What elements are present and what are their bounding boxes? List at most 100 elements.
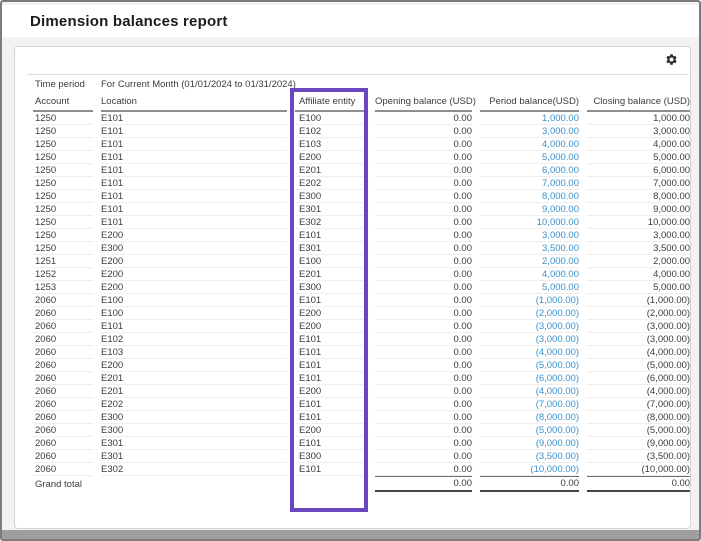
closing-balance-cell: 6,000.00 <box>587 164 690 177</box>
account-cell: 1250 <box>33 177 93 190</box>
period-balance-link[interactable]: 2,000.00 <box>480 255 579 268</box>
closing-balance-cell: (6,000.00) <box>587 372 690 385</box>
period-balance-link[interactable]: 3,000.00 <box>480 125 579 138</box>
period-balance-link[interactable]: (1,000.00) <box>480 294 579 307</box>
location-cell: E200 <box>101 255 287 268</box>
page-title: Dimension balances report <box>30 13 228 30</box>
location-cell: E101 <box>101 190 287 203</box>
affiliate-entity-cell: E301 <box>295 203 367 216</box>
period-balance-link[interactable]: 1,000.00 <box>480 112 579 125</box>
location-cell: E300 <box>101 411 287 424</box>
account-cell: 1252 <box>33 268 93 281</box>
location-cell: E101 <box>101 216 287 229</box>
opening-balance-cell: 0.00 <box>375 216 472 229</box>
affiliate-entity-cell: E300 <box>295 281 367 294</box>
opening-balance-cell: 0.00 <box>375 164 472 177</box>
period-balance-link[interactable]: (9,000.00) <box>480 437 579 450</box>
period-balance-link[interactable]: 4,000.00 <box>480 138 579 151</box>
settings-button[interactable] <box>661 51 681 71</box>
account-cell: 2060 <box>33 359 93 372</box>
closing-balance-cell: 4,000.00 <box>587 268 690 281</box>
affiliate-entity-cell: E300 <box>295 450 367 463</box>
closing-balance-cell: (3,000.00) <box>587 333 690 346</box>
opening-balance-cell: 0.00 <box>375 177 472 190</box>
period-balance-link[interactable]: (3,000.00) <box>480 320 579 333</box>
closing-balance-cell: 7,000.00 <box>587 177 690 190</box>
account-cell: 1250 <box>33 242 93 255</box>
closing-balance-cell: (9,000.00) <box>587 437 690 450</box>
period-balance-link[interactable]: 10,000.00 <box>480 216 579 229</box>
period-balance-link[interactable]: (7,000.00) <box>480 398 579 411</box>
affiliate-entity-cell: E302 <box>295 216 367 229</box>
grand-total-period-balance: 0.00 <box>480 476 579 492</box>
column-header-affiliate-entity: Affiliate entity <box>295 93 367 112</box>
period-balance-link[interactable]: (3,500.00) <box>480 450 579 463</box>
affiliate-entity-cell: E200 <box>295 320 367 333</box>
account-cell: 1250 <box>33 164 93 177</box>
period-balance-link[interactable]: (4,000.00) <box>480 385 579 398</box>
table-row: 2060 E100 E200 0.00 (2,000.00) (2,000.00… <box>33 307 690 320</box>
period-balance-link[interactable]: 8,000.00 <box>480 190 579 203</box>
period-balance-link[interactable]: 5,000.00 <box>480 281 579 294</box>
period-balance-link[interactable]: 7,000.00 <box>480 177 579 190</box>
period-balance-link[interactable]: (3,000.00) <box>480 333 579 346</box>
account-cell: 1250 <box>33 112 93 125</box>
affiliate-entity-cell: E101 <box>295 463 367 476</box>
location-cell: E202 <box>101 398 287 411</box>
table-row: 2060 E202 E101 0.00 (7,000.00) (7,000.00… <box>33 398 690 411</box>
table-row: 1250 E101 E200 0.00 5,000.00 5,000.00 <box>33 151 690 164</box>
opening-balance-cell: 0.00 <box>375 333 472 346</box>
opening-balance-cell: 0.00 <box>375 203 472 216</box>
period-balance-link[interactable]: 4,000.00 <box>480 268 579 281</box>
location-cell: E101 <box>101 320 287 333</box>
account-cell: 1250 <box>33 138 93 151</box>
column-header-account: Account <box>33 93 93 112</box>
affiliate-entity-cell: E202 <box>295 177 367 190</box>
affiliate-entity-cell: E101 <box>295 229 367 242</box>
period-balance-link[interactable]: (5,000.00) <box>480 424 579 437</box>
account-cell: 2060 <box>33 333 93 346</box>
closing-balance-cell: 3,000.00 <box>587 125 690 138</box>
opening-balance-cell: 0.00 <box>375 112 472 125</box>
period-balance-link[interactable]: 6,000.00 <box>480 164 579 177</box>
opening-balance-cell: 0.00 <box>375 307 472 320</box>
affiliate-entity-cell: E100 <box>295 255 367 268</box>
opening-balance-cell: 0.00 <box>375 359 472 372</box>
closing-balance-cell: 5,000.00 <box>587 281 690 294</box>
period-balance-link[interactable]: 3,500.00 <box>480 242 579 255</box>
opening-balance-cell: 0.00 <box>375 411 472 424</box>
closing-balance-cell: 2,000.00 <box>587 255 690 268</box>
location-cell: E101 <box>101 112 287 125</box>
period-balance-link[interactable]: 5,000.00 <box>480 151 579 164</box>
table-row: 2060 E103 E101 0.00 (4,000.00) (4,000.00… <box>33 346 690 359</box>
opening-balance-cell: 0.00 <box>375 151 472 164</box>
affiliate-entity-cell: E103 <box>295 138 367 151</box>
opening-balance-cell: 0.00 <box>375 385 472 398</box>
opening-balance-cell: 0.00 <box>375 463 472 476</box>
period-balance-link[interactable]: (6,000.00) <box>480 372 579 385</box>
location-cell: E300 <box>101 242 287 255</box>
account-cell: 2060 <box>33 398 93 411</box>
period-balance-link[interactable]: 3,000.00 <box>480 229 579 242</box>
table-row: 1250 E200 E101 0.00 3,000.00 3,000.00 <box>33 229 690 242</box>
period-balance-link[interactable]: (4,000.00) <box>480 346 579 359</box>
location-cell: E301 <box>101 450 287 463</box>
affiliate-entity-cell: E101 <box>295 294 367 307</box>
location-cell: E302 <box>101 463 287 476</box>
opening-balance-cell: 0.00 <box>375 190 472 203</box>
grand-total-spacer <box>295 476 367 492</box>
period-balance-link[interactable]: (5,000.00) <box>480 359 579 372</box>
closing-balance-cell: (3,500.00) <box>587 450 690 463</box>
closing-balance-cell: 1,000.00 <box>587 112 690 125</box>
account-cell: 1250 <box>33 203 93 216</box>
period-balance-link[interactable]: (10,000.00) <box>480 463 579 476</box>
bottom-edge-bar <box>2 530 699 539</box>
account-cell: 2060 <box>33 346 93 359</box>
account-cell: 2060 <box>33 385 93 398</box>
period-balance-link[interactable]: (2,000.00) <box>480 307 579 320</box>
affiliate-entity-cell: E101 <box>295 398 367 411</box>
opening-balance-cell: 0.00 <box>375 294 472 307</box>
period-balance-link[interactable]: 9,000.00 <box>480 203 579 216</box>
period-balance-link[interactable]: (8,000.00) <box>480 411 579 424</box>
affiliate-entity-cell: E301 <box>295 242 367 255</box>
